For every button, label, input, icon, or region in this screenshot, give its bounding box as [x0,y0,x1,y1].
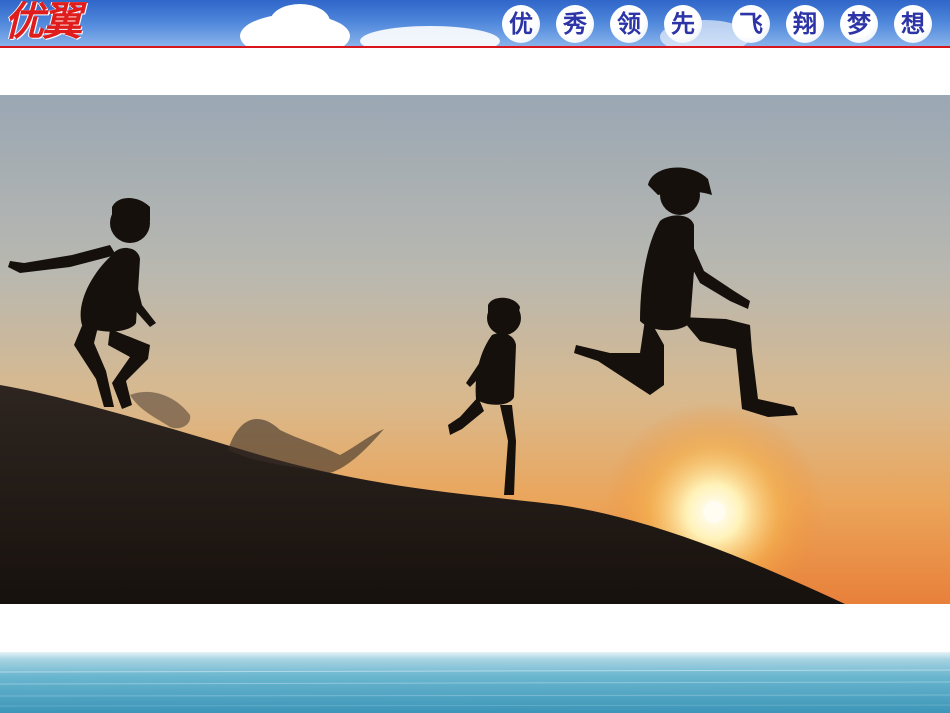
sunset-photo-illustration [0,95,950,604]
slogan-char: 想 [894,5,932,43]
cloud-decoration [360,26,500,48]
cloud-decoration [270,4,330,40]
slogan-char: 先 [664,5,702,43]
slogan-char: 翔 [786,5,824,43]
brand-logo: 优翼 [4,0,82,45]
slogan-char: 秀 [556,5,594,43]
slogan-char: 飞 [732,5,770,43]
sunset-photo [0,95,950,604]
slogan-char: 领 [610,5,648,43]
sea-wave-lines [0,669,950,707]
banner-underline [0,46,950,48]
slogan-group-left: 优 秀 领 先 [502,5,702,43]
header-banner: 优翼 优 秀 领 先 飞 翔 梦 想 [0,0,950,48]
slogan-char: 梦 [840,5,878,43]
slogan-char: 优 [502,5,540,43]
slogan-group-right: 飞 翔 梦 想 [732,5,932,43]
